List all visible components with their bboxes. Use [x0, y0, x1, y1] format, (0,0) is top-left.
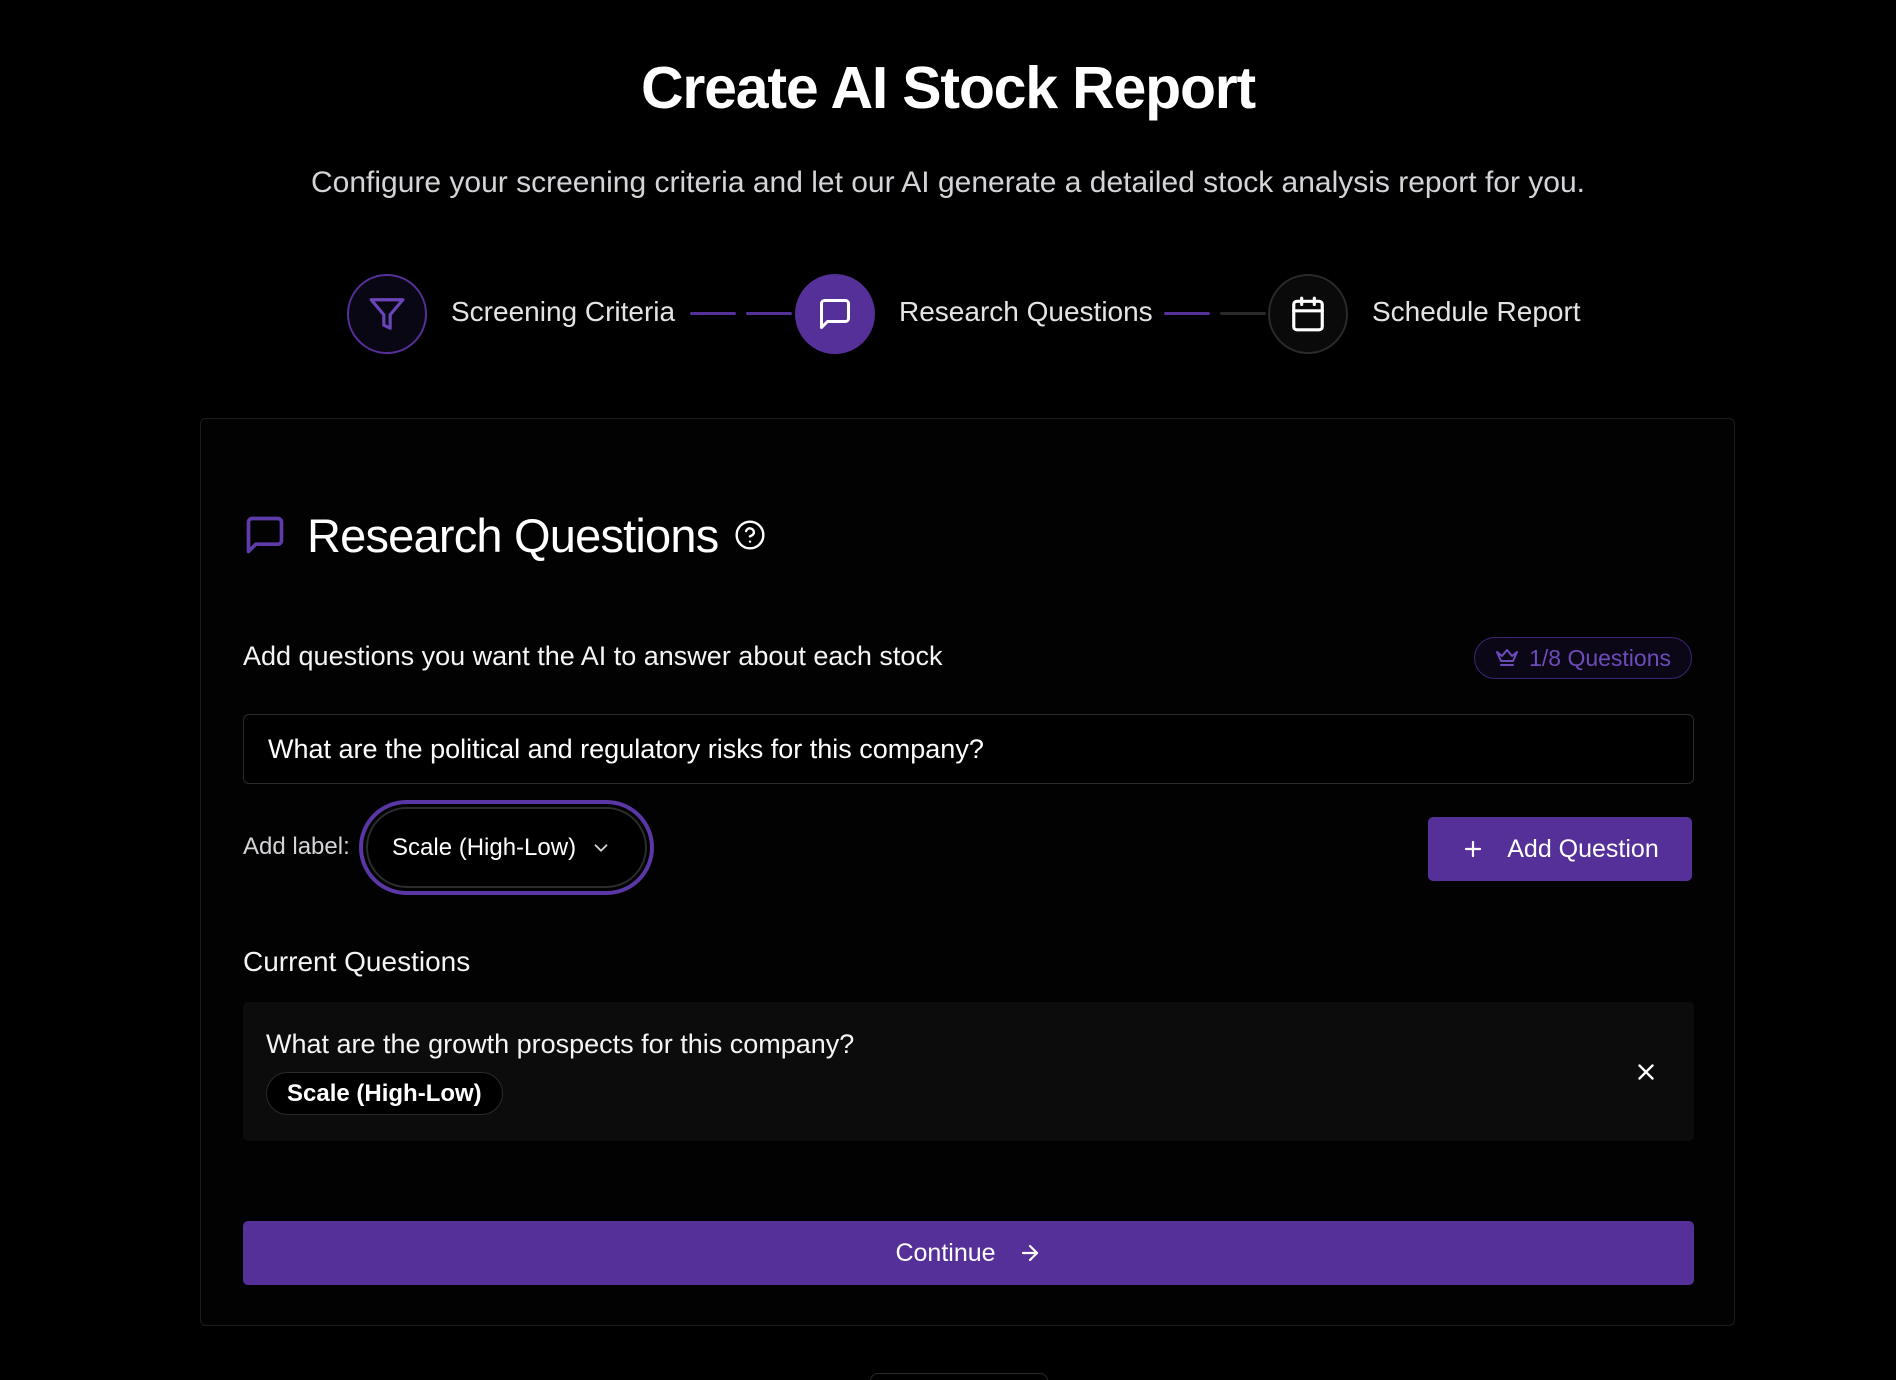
question-input[interactable]: [243, 714, 1694, 784]
step-label-research-questions: Research Questions: [899, 296, 1153, 327]
crown-icon: [1496, 649, 1519, 666]
label-select[interactable]: Scale (High-Low): [366, 807, 647, 888]
step-screening-criteria[interactable]: [347, 274, 427, 354]
message-square-icon: [820, 299, 850, 329]
step-connector: [1220, 312, 1266, 315]
instructions-text: Add questions you want the AI to answer …: [243, 641, 943, 671]
step-connector: [1164, 312, 1210, 315]
step-schedule-report[interactable]: [1268, 274, 1348, 354]
help-circle-icon[interactable]: [734, 519, 766, 551]
label-select-focus-ring: Scale (High-Low): [359, 800, 654, 895]
continue-button[interactable]: Continue: [243, 1221, 1694, 1285]
calendar-icon: [1292, 296, 1324, 332]
bottom-element-partial: [870, 1373, 1048, 1380]
filter-icon: [369, 298, 405, 330]
question-list-item: What are the growth prospects for this c…: [243, 1002, 1694, 1141]
section-header: Research Questions: [243, 505, 766, 565]
continue-label: Continue: [895, 1238, 996, 1267]
question-label-tag: Scale (High-Low): [266, 1072, 503, 1115]
add-question-button[interactable]: Add Question: [1428, 817, 1692, 881]
remove-question-button[interactable]: [1630, 1056, 1662, 1088]
step-connector: [690, 312, 736, 315]
question-text: What are the growth prospects for this c…: [266, 1029, 855, 1059]
chevron-down-icon: [594, 843, 608, 852]
current-questions-title: Current Questions: [243, 946, 471, 977]
page-subtitle: Configure your screening criteria and le…: [310, 166, 1586, 199]
add-label-text: Add label:: [243, 833, 350, 860]
plus-icon: [1465, 840, 1482, 858]
research-questions-card: Research Questions Add questions you wan…: [200, 418, 1735, 1326]
page: Create AI Stock Report Configure your sc…: [0, 0, 1896, 1380]
arrow-right-icon: [1021, 1244, 1038, 1262]
page-title: Create AI Stock Report: [640, 55, 1256, 121]
progress-stepper: Screening Criteria Research Questions Sc…: [0, 274, 1896, 354]
step-connector: [746, 312, 792, 315]
step-label-schedule-report: Schedule Report: [1372, 296, 1581, 327]
add-question-label: Add Question: [1507, 834, 1659, 863]
quota-label: 1/8 Questions: [1529, 644, 1671, 671]
section-title: Research Questions: [307, 508, 719, 562]
step-research-questions[interactable]: [795, 274, 875, 354]
question-quota-badge: 1/8 Questions: [1474, 637, 1692, 679]
label-select-value: Scale (High-Low): [392, 833, 577, 861]
step-label-screening-criteria: Screening Criteria: [451, 296, 676, 327]
close-icon: [1638, 1064, 1654, 1080]
message-square-icon: [246, 516, 284, 554]
